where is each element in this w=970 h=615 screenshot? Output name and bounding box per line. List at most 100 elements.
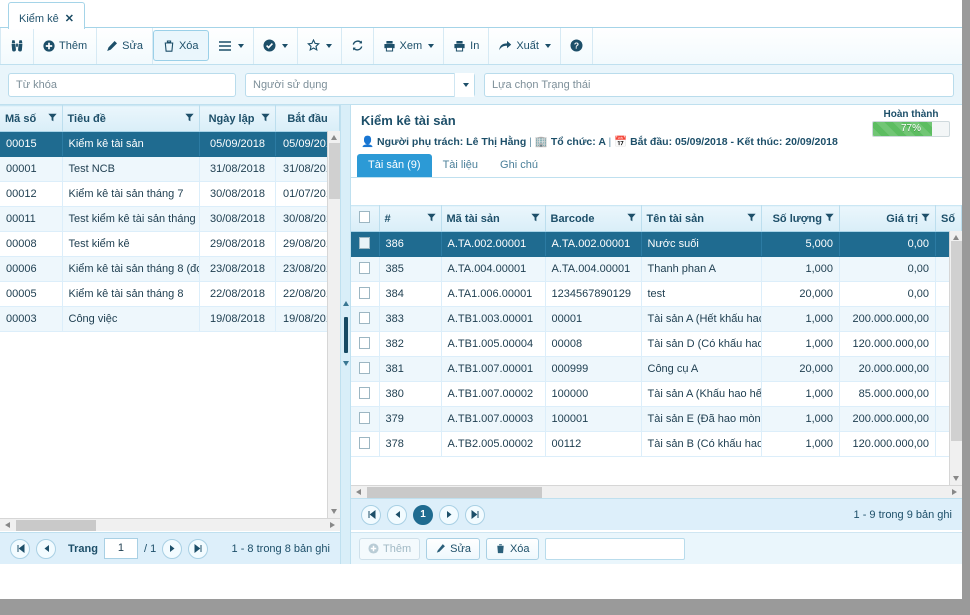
print-button[interactable]: In (444, 27, 490, 64)
page-next-button[interactable] (439, 504, 459, 525)
column-header-1[interactable]: Tiêu đề (62, 105, 200, 132)
table-row[interactable]: 00015 Kiểm kê tài sản 05/09/2018 05/09/201 (0, 131, 340, 157)
filter-icon[interactable] (825, 213, 834, 222)
table-row[interactable]: 383 A.TB1.003.00001 00001 Tài sản A (Hết kh… (351, 306, 962, 332)
column-header-0[interactable]: Mã số (0, 105, 63, 132)
keyword-input[interactable]: Từ khóa (8, 72, 236, 97)
right-grid-horizontal-scrollbar[interactable] (351, 485, 962, 498)
list-menu-button[interactable] (209, 27, 254, 64)
row-checkbox[interactable] (359, 436, 371, 449)
page-next-button[interactable] (162, 538, 183, 559)
row-checkbox[interactable] (359, 236, 371, 249)
pane-splitter[interactable] (340, 105, 351, 564)
status-select[interactable]: Lựa chọn Trạng thái (484, 72, 954, 97)
table-row[interactable]: 380 A.TB1.007.00002 100000 Tài sản A (Khấu … (351, 381, 962, 407)
column-header-3[interactable]: Bắt đầu (275, 105, 340, 132)
column-header-0[interactable] (351, 205, 380, 232)
scroll-right-icon[interactable] (330, 522, 335, 528)
cell-checkbox[interactable] (351, 431, 380, 457)
tab-tai-san[interactable]: Tài sản (9) (357, 154, 432, 177)
column-header-4[interactable]: Tên tài sản (641, 205, 762, 232)
scroll-down-icon[interactable] (331, 509, 337, 514)
filter-icon[interactable] (426, 213, 436, 222)
filter-icon[interactable] (261, 113, 270, 122)
column-header-1[interactable]: # (379, 205, 442, 232)
page-first-button[interactable] (361, 504, 381, 525)
column-header-7[interactable]: Số (935, 205, 962, 232)
table-row[interactable]: 00012 Kiểm kê tài sản tháng 7 30/08/2018 01… (0, 181, 340, 207)
cell-checkbox[interactable] (351, 306, 380, 332)
scroll-thumb[interactable] (951, 241, 962, 441)
row-checkbox[interactable] (359, 411, 371, 424)
column-header-5[interactable]: Số lượng (761, 205, 840, 232)
filter-icon[interactable] (921, 213, 930, 222)
table-row[interactable]: 00003 Công việc 19/08/2018 19/08/201 (0, 306, 340, 332)
chevron-down-icon[interactable] (544, 43, 551, 48)
chevron-down-icon[interactable] (237, 43, 244, 48)
detail-edit-button[interactable]: Sửa (426, 537, 480, 560)
scroll-down-icon[interactable] (953, 476, 959, 481)
chevron-down-icon[interactable] (454, 72, 474, 97)
select-all-checkbox[interactable] (359, 211, 371, 223)
scroll-up-icon[interactable] (331, 135, 337, 140)
tab-ghi-chu[interactable]: Ghi chú (489, 154, 549, 177)
table-row[interactable]: 381 A.TB1.007.00001 000999 Công cụ A 20,000 2… (351, 356, 962, 382)
cell-checkbox[interactable] (351, 256, 380, 282)
filter-icon[interactable] (747, 213, 756, 222)
filter-icon[interactable] (185, 113, 194, 122)
table-row[interactable]: 00001 Test NCB 31/08/2018 31/08/201 (0, 156, 340, 182)
page-first-button[interactable] (10, 538, 30, 559)
cell-checkbox[interactable] (351, 356, 380, 382)
cell-checkbox[interactable] (351, 331, 380, 357)
left-grid-horizontal-scrollbar[interactable] (0, 518, 340, 531)
right-grid-vertical-scrollbar[interactable] (949, 231, 962, 485)
table-row[interactable]: 384 A.TA1.006.00001 1234567890129 test 20,00… (351, 281, 962, 307)
table-row[interactable]: 00011 Test kiểm kê tài sản tháng 9 30/08/2… (0, 206, 340, 232)
chevron-down-icon[interactable] (325, 43, 332, 48)
page-prev-button[interactable] (387, 504, 407, 525)
cell-checkbox[interactable] (351, 231, 380, 257)
favorite-menu-button[interactable] (298, 27, 342, 64)
detail-action-input[interactable] (544, 537, 685, 560)
table-row[interactable]: 386 A.TA.002.00001 A.TA.002.00001 Nước suối… (351, 231, 962, 257)
scroll-thumb[interactable] (329, 143, 340, 199)
splitter-up-icon[interactable] (343, 301, 349, 306)
splitter-grip[interactable] (344, 317, 348, 353)
column-header-2[interactable]: Mã tài sản (441, 205, 546, 232)
cell-checkbox[interactable] (351, 281, 380, 307)
left-grid-vertical-scrollbar[interactable] (327, 131, 340, 518)
column-header-2[interactable]: Ngày lập (199, 105, 276, 132)
view-button[interactable]: Xem (374, 27, 445, 64)
row-checkbox[interactable] (359, 286, 371, 299)
close-icon[interactable]: ✕ (65, 12, 74, 25)
refresh-button[interactable] (342, 27, 374, 64)
filter-icon[interactable] (626, 213, 636, 222)
page-last-button[interactable] (465, 504, 485, 525)
chevron-down-icon[interactable] (281, 43, 288, 48)
export-button[interactable]: Xuất (489, 27, 561, 64)
page-prev-button[interactable] (36, 538, 56, 559)
search-tool-button[interactable] (0, 27, 34, 64)
row-checkbox[interactable] (359, 336, 371, 349)
scroll-thumb[interactable] (367, 487, 542, 498)
table-row[interactable]: 00005 Kiểm kê tài sản tháng 8 22/08/2018 22… (0, 281, 340, 307)
page-current-button[interactable]: 1 (413, 504, 433, 525)
row-checkbox[interactable] (359, 361, 371, 374)
cell-checkbox[interactable] (351, 381, 380, 407)
table-row[interactable]: 385 A.TA.004.00001 A.TA.004.00001 Thanh pha… (351, 256, 962, 282)
table-row[interactable]: 382 A.TB1.005.00004 00008 Tài sản D (Có khấ… (351, 331, 962, 357)
filter-icon[interactable] (47, 113, 57, 122)
help-button[interactable]: ? (561, 27, 593, 64)
column-header-6[interactable]: Giá trị (839, 205, 936, 232)
chevron-down-icon[interactable] (428, 43, 435, 48)
splitter-down-icon[interactable] (343, 361, 349, 366)
page-last-button[interactable] (188, 538, 209, 559)
column-header-3[interactable]: Barcode (545, 205, 642, 232)
scroll-left-icon[interactable] (356, 489, 361, 495)
status-menu-button[interactable] (254, 27, 298, 64)
scroll-thumb[interactable] (16, 520, 96, 531)
detail-delete-button[interactable]: Xóa (485, 537, 539, 560)
cell-checkbox[interactable] (351, 406, 380, 432)
scroll-up-icon[interactable] (953, 235, 959, 240)
table-row[interactable]: 378 A.TB2.005.00002 00112 Tài sản B (Có khấ… (351, 431, 962, 457)
